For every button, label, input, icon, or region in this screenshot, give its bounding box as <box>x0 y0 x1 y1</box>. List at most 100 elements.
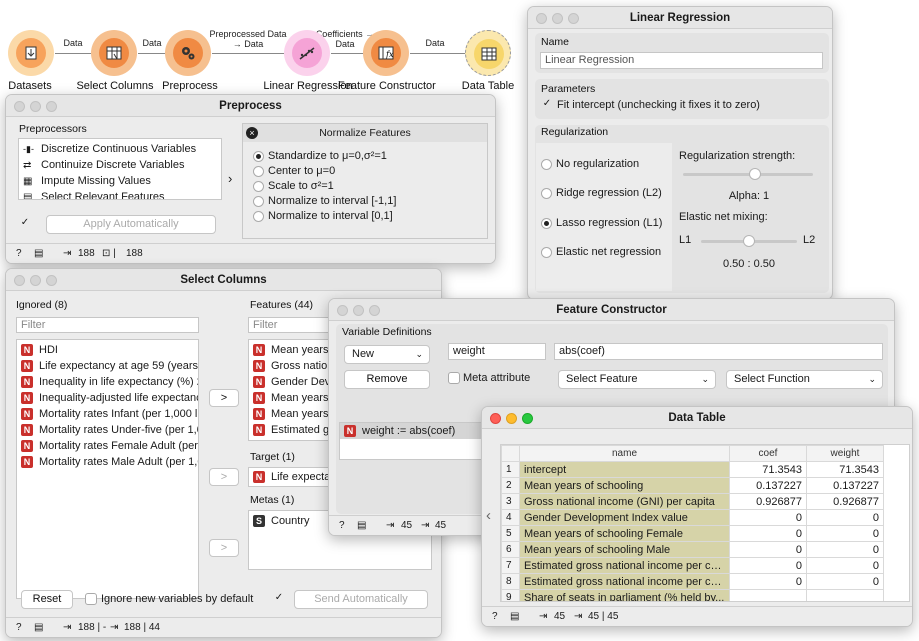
table-row[interactable]: 6 Mean years of schooling Male 0 0 <box>501 541 884 558</box>
ignored-filter-input[interactable]: Filter <box>16 317 199 333</box>
no-regularization-radio[interactable] <box>541 159 552 170</box>
list-item[interactable]: N Life expectancy at age 59 (years) 2 <box>21 358 198 374</box>
report-icon[interactable]: ▤ <box>34 244 43 263</box>
list-item[interactable]: N Mean years o <box>253 406 338 422</box>
collapse-panel-icon[interactable]: ‹ <box>486 507 491 524</box>
list-item[interactable]: ⇄ Continuize Discrete Variables <box>23 157 184 173</box>
linear-regression-node[interactable] <box>284 30 330 76</box>
datasets-node[interactable] <box>8 30 54 76</box>
table-row[interactable]: 2 Mean years of schooling 0.137227 0.137227 <box>501 477 884 494</box>
list-item[interactable]: N Life expecta <box>253 469 330 485</box>
help-icon[interactable]: ? <box>16 244 22 263</box>
minimize-window-button[interactable] <box>552 13 563 24</box>
zoom-window-button[interactable] <box>46 101 57 112</box>
new-variable-dropdown[interactable]: New ⌄ <box>344 345 430 364</box>
fit-intercept-checkbox[interactable]: ✓ <box>541 99 553 111</box>
list-item[interactable]: S Country <box>253 513 310 529</box>
list-item[interactable]: ▦ Impute Missing Values <box>23 173 151 189</box>
select-columns-node[interactable] <box>91 30 137 76</box>
close-window-button[interactable] <box>337 305 348 316</box>
list-item[interactable]: N Mean years o <box>253 342 338 358</box>
list-item[interactable]: N Inequality in life expectancy (%) 20 <box>21 374 198 390</box>
help-icon[interactable]: ? <box>339 516 345 535</box>
select-function-dropdown[interactable]: Select Function ⌄ <box>726 370 883 389</box>
expression-input[interactable]: abs(coef) <box>554 343 883 360</box>
zoom-window-button[interactable] <box>522 413 533 424</box>
close-window-button[interactable] <box>14 101 25 112</box>
list-item[interactable]: ▤ Select Relevant Features <box>23 189 165 199</box>
minimize-window-button[interactable] <box>30 101 41 112</box>
apply-automatically-button[interactable]: Apply Automatically <box>46 215 216 234</box>
zoom-window-button[interactable] <box>568 13 579 24</box>
report-icon[interactable]: ▤ <box>510 607 519 626</box>
minimize-window-button[interactable] <box>30 275 41 286</box>
list-item[interactable]: N Inequality-adjusted life expectancy <box>21 390 198 406</box>
table-row[interactable]: 9 Share of seats in parliament (% held by… <box>501 589 884 601</box>
minimize-window-button[interactable] <box>353 305 364 316</box>
auto-apply-checkbox[interactable]: ✓ <box>19 218 31 230</box>
help-icon[interactable]: ? <box>492 607 498 626</box>
table-row[interactable]: 8 Estimated gross national income per ca.… <box>501 573 884 590</box>
table-row[interactable]: 7 Estimated gross national income per ca.… <box>501 557 884 574</box>
table-row[interactable]: 1 intercept 71.3543 71.3543 <box>501 461 884 478</box>
move-to-target-button[interactable]: > <box>209 468 239 486</box>
list-item[interactable]: N Mortality rates Male Adult (per 1,00 <box>21 454 198 470</box>
close-window-button[interactable] <box>536 13 547 24</box>
ignore-new-checkbox[interactable] <box>85 593 97 605</box>
ignored-list[interactable]: N HDI N Life expectancy at age 59 (years) … <box>16 339 199 599</box>
remove-button[interactable]: Remove <box>344 370 430 389</box>
auto-send-checkbox[interactable]: ✓ <box>273 593 285 605</box>
list-item[interactable]: N Mean years o <box>253 390 338 406</box>
zoom-window-button[interactable] <box>46 275 57 286</box>
move-to-features-button[interactable]: > <box>209 389 239 407</box>
standardize-radio[interactable] <box>253 151 264 162</box>
list-item[interactable]: N Estimated gr <box>253 422 333 438</box>
preprocessors-list[interactable]: -▮- Discretize Continuous Variables ⇄ Cont… <box>18 138 222 200</box>
list-item[interactable]: N Gender Deve <box>253 374 336 390</box>
list-item[interactable]: N Mortality rates Female Adult (per 1,0 <box>21 438 198 454</box>
normalize-01-radio[interactable] <box>253 211 264 222</box>
list-item[interactable]: N Mortality rates Under-five (per 1,00 <box>21 422 198 438</box>
close-icon[interactable]: × <box>246 127 258 139</box>
input-count: 188 <box>78 248 95 259</box>
input-count: 45 <box>554 611 566 622</box>
column-header-weight[interactable]: weight <box>806 445 884 462</box>
elastic-net-radio[interactable] <box>541 247 552 258</box>
data-table-view[interactable]: name coef weight 1 intercept 71.3543 71.354… <box>500 444 910 602</box>
data-table-node[interactable] <box>465 30 511 76</box>
help-icon[interactable]: ? <box>16 618 22 637</box>
table-row[interactable]: 4 Gender Development Index value 0 0 <box>501 509 884 526</box>
list-item[interactable]: -▮- Discretize Continuous Variables <box>23 141 196 157</box>
ridge-regression-radio[interactable] <box>541 188 552 199</box>
scale-radio[interactable] <box>253 181 264 192</box>
preprocess-node[interactable] <box>165 30 211 76</box>
column-header-name[interactable]: name <box>519 445 730 462</box>
chevron-right-icon[interactable]: › <box>228 171 232 186</box>
close-window-button[interactable] <box>14 275 25 286</box>
select-feature-dropdown[interactable]: Select Feature ⌄ <box>558 370 716 389</box>
column-header-coef[interactable]: coef <box>729 445 807 462</box>
report-icon[interactable]: ▤ <box>357 516 366 535</box>
feature-constructor-node[interactable]: fx <box>363 30 409 76</box>
table-row[interactable]: 5 Mean years of schooling Female 0 0 <box>501 525 884 542</box>
list-item[interactable]: N Mortality rates Infant (per 1,000 live <box>21 406 198 422</box>
name-cell: Share of seats in parliament (% held by.… <box>519 589 730 601</box>
normalize-pm1-radio[interactable] <box>253 196 264 207</box>
strength-slider-knob[interactable] <box>748 168 761 180</box>
send-automatically-button[interactable]: Send Automatically <box>294 590 428 609</box>
center-radio[interactable] <box>253 166 264 177</box>
zoom-window-button[interactable] <box>369 305 380 316</box>
list-item[interactable]: N Gross natio <box>253 358 327 374</box>
lasso-regression-radio[interactable] <box>541 218 552 229</box>
table-row[interactable]: 3 Gross national income (GNI) per capita 0… <box>501 493 884 510</box>
report-icon[interactable]: ▤ <box>34 618 43 637</box>
list-item[interactable]: N HDI <box>21 342 58 358</box>
meta-attribute-checkbox[interactable] <box>448 372 460 384</box>
variable-name-input[interactable]: weight <box>448 343 546 360</box>
close-window-button[interactable] <box>490 413 501 424</box>
move-to-metas-button[interactable]: > <box>209 539 239 557</box>
learner-name-input[interactable]: Linear Regression <box>540 52 823 69</box>
minimize-window-button[interactable] <box>506 413 517 424</box>
mixing-slider-knob[interactable] <box>743 235 755 247</box>
reset-button[interactable]: Reset <box>21 590 73 609</box>
